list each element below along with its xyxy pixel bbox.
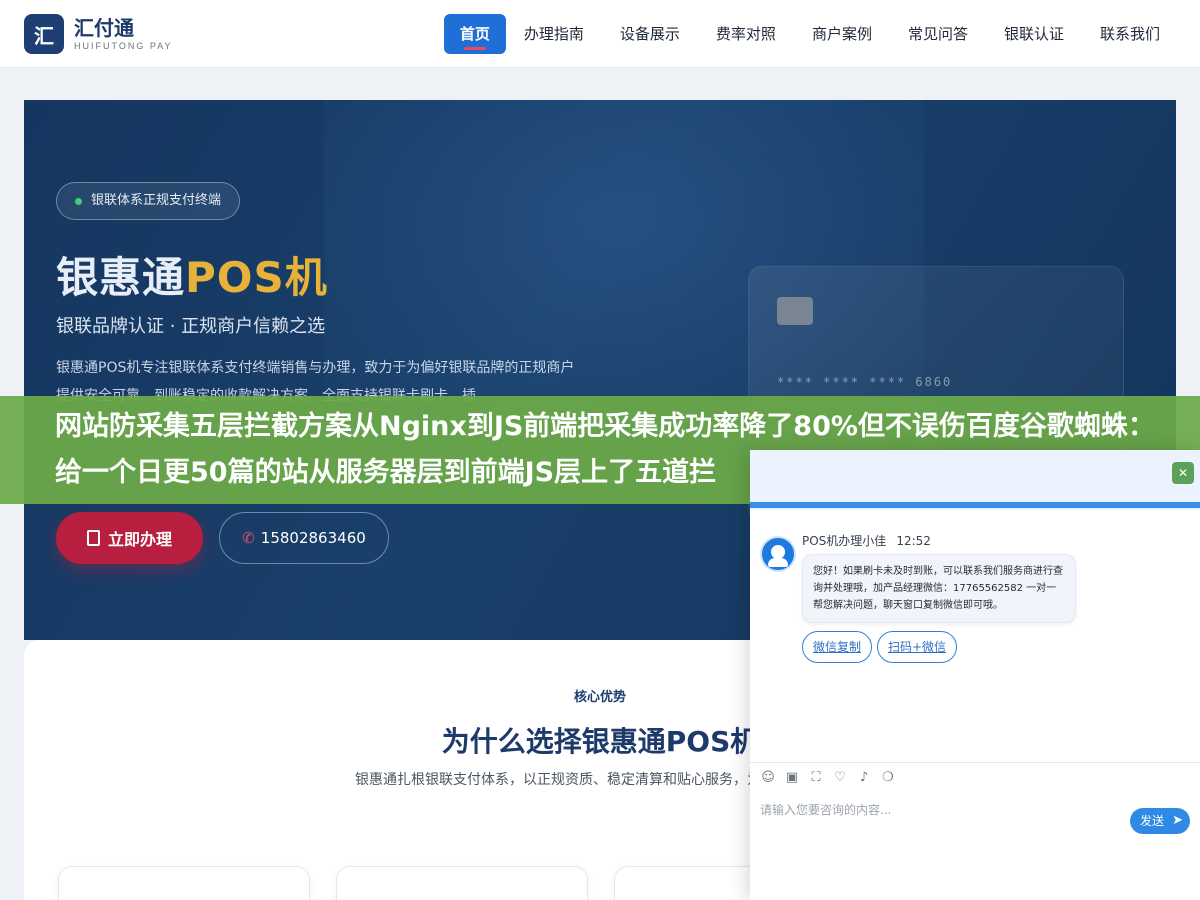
phone-button[interactable]: ✆ 15802863460 (219, 512, 389, 564)
agent-avatar (760, 536, 796, 572)
hero-pill: 银联体系正规支付终端 (56, 182, 241, 220)
status-dot-icon (75, 198, 82, 205)
clipboard-icon (86, 530, 100, 546)
apply-now-label: 立即办理 (107, 530, 172, 549)
image-icon[interactable]: ▣ (784, 770, 800, 786)
chat-message-input[interactable] (760, 800, 1120, 820)
scan-wechat-button[interactable]: 扫码+微信 (877, 631, 958, 663)
chat-message-bubble: 您好！如果刷卡未及时到账，可以联系我们服务商进行查询并处理哦，加产品经理微信：1… (802, 554, 1076, 623)
copy-wechat-button[interactable]: 微信复制 (802, 631, 873, 663)
nav-item-cases[interactable]: 商户案例 (794, 14, 890, 54)
send-arrow-icon: ➤ (1172, 813, 1183, 828)
hero-title-main: 银惠通 (56, 253, 186, 302)
nav-item-home[interactable]: 首页 (443, 14, 506, 54)
send-button[interactable]: 发送 ➤ (1130, 808, 1190, 834)
rating-icon[interactable]: ♡ (832, 770, 848, 786)
logo-badge: 汇 (24, 14, 64, 54)
apply-now-button[interactable]: 立即办理 (56, 512, 203, 564)
sound-icon[interactable]: ♪ (856, 770, 872, 786)
close-icon[interactable]: ✕ (1172, 462, 1194, 484)
nav-item-contact[interactable]: 联系我们 (1082, 14, 1178, 54)
hero-subtitle: 银联品牌认证 · 正规商户信赖之选 (56, 316, 326, 337)
logo-title: 汇付通 (74, 16, 134, 40)
message-time: 12:52 (896, 534, 931, 548)
nav-item-rates[interactable]: 费率对照 (698, 14, 794, 54)
phone-icon: ✆ (242, 529, 255, 547)
card-chip-icon (777, 297, 813, 325)
screenshot-icon[interactable]: ⛶ (808, 770, 824, 786)
logo-text: 汇付通 HUIFUTONG PAY (74, 16, 173, 52)
nav-item-guide[interactable]: 办理指南 (506, 14, 602, 54)
hero-pill-label: 银联体系正规支付终端 (91, 193, 222, 208)
site-header: 汇 汇付通 HUIFUTONG PAY 首页 办理指南 设备展示 费率对照 商户… (0, 0, 1200, 68)
chat-bubbles-icon[interactable]: ❍ (880, 770, 896, 786)
hero-title: 银惠通POS机 (56, 244, 328, 305)
agent-name: POS机办理小佳 (802, 534, 887, 548)
hero-title-accent: POS机 (185, 253, 328, 302)
chat-toolbar: ☺ ▣ ⛶ ♡ ♪ ❍ (760, 770, 904, 786)
nav-item-devices[interactable]: 设备展示 (602, 14, 698, 54)
feature-card (58, 866, 310, 900)
send-label: 发送 (1140, 814, 1165, 828)
logo-subtitle: HUIFUTONG PAY (74, 41, 173, 51)
card-number: **** **** **** 6860 (777, 375, 953, 389)
nav-item-faq[interactable]: 常见问答 (890, 14, 986, 54)
feature-card (336, 866, 588, 900)
chat-header-bar (750, 502, 1200, 508)
chat-divider (750, 762, 1200, 763)
main-nav: 首页 办理指南 设备展示 费率对照 商户案例 常见问答 银联认证 联系我们 (443, 14, 1178, 54)
nav-item-unionpay[interactable]: 银联认证 (986, 14, 1082, 54)
chat-widget: ✕ POS机办理小佳 12:52 您好！如果刷卡未及时到账，可以联系我们服务商进行… (750, 450, 1200, 900)
chat-header: ✕ (750, 450, 1200, 510)
logo[interactable]: 汇 汇付通 HUIFUTONG PAY (24, 14, 173, 54)
emoji-icon[interactable]: ☺ (760, 770, 776, 786)
agent-info: POS机办理小佳 12:52 (802, 532, 931, 549)
phone-number: 15802863460 (260, 529, 366, 547)
